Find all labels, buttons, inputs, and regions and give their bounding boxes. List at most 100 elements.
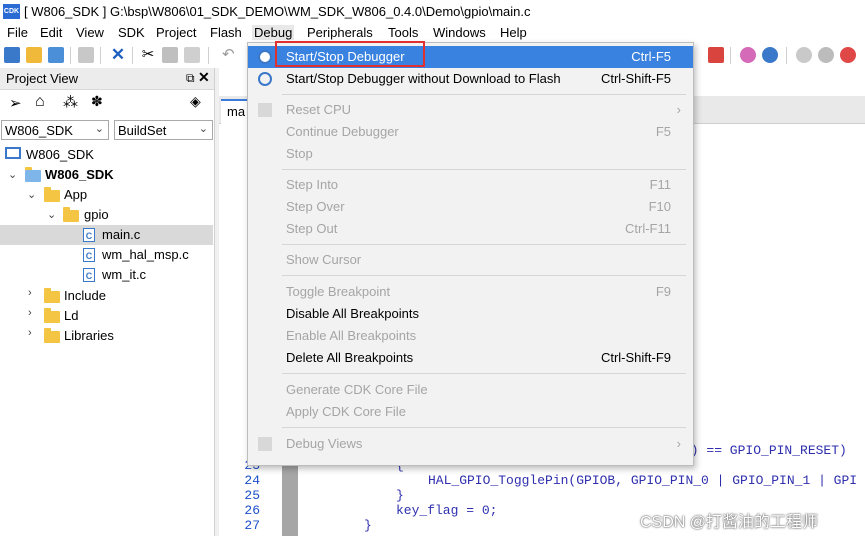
float-panel-icon[interactable]: ⧉ bbox=[186, 71, 195, 86]
menu-item-stop[interactable]: Stop bbox=[248, 143, 693, 165]
menu-item-label: Toggle Breakpoint bbox=[286, 284, 391, 299]
folder-icon bbox=[44, 328, 60, 343]
project-view-tools: ➢ ⌂ ⁂ ✽ ◈ bbox=[0, 90, 214, 116]
menu-debug[interactable]: Debug bbox=[252, 25, 295, 40]
tree-item-app[interactable]: ⌄ App bbox=[0, 185, 214, 205]
home-icon[interactable]: ⌂ bbox=[35, 93, 45, 111]
reset-cpu-icon bbox=[258, 103, 272, 117]
c-file-icon: C bbox=[83, 268, 95, 282]
menu-file[interactable]: File bbox=[7, 25, 28, 40]
tree-item-project[interactable]: ⌄ W806_SDK bbox=[0, 165, 214, 185]
c-file-icon: C bbox=[83, 228, 95, 242]
submenu-arrow-icon: › bbox=[676, 436, 681, 451]
menu-windows[interactable]: Windows bbox=[433, 25, 486, 40]
menu-item-shortcut: F11 bbox=[649, 177, 671, 192]
buildset-combo[interactable]: BuildSet ⌄ bbox=[114, 120, 213, 140]
debug-menu-dropdown: Start/Stop Debugger Ctrl-F5 Start/Stop D… bbox=[247, 42, 694, 466]
menu-item-generate-cdk-core-file[interactable]: Generate CDK Core File bbox=[248, 379, 693, 401]
window-title: [ W806_SDK ] G:\bsp\W806\01_SDK_DEMO\WM_… bbox=[24, 4, 531, 19]
toolbar-divider bbox=[208, 47, 209, 64]
debug-search-icon[interactable] bbox=[740, 47, 756, 63]
menu-edit[interactable]: Edit bbox=[40, 25, 62, 40]
folder-icon bbox=[63, 207, 79, 222]
debugger-icon bbox=[258, 72, 272, 86]
tree-item-label: wm_it.c bbox=[102, 267, 147, 282]
tree-item-libraries[interactable]: › Libraries bbox=[0, 326, 214, 346]
menu-item-shortcut: Ctrl-F11 bbox=[625, 221, 671, 236]
cut-icon[interactable]: ✂ bbox=[140, 47, 156, 63]
menu-item-label: Debug Views bbox=[286, 436, 363, 451]
save-icon[interactable] bbox=[78, 47, 94, 63]
menu-item-continue-debugger[interactable]: Continue Debugger F5 bbox=[248, 121, 693, 143]
menu-item-shortcut: F10 bbox=[648, 199, 671, 214]
menu-item-start-stop-debugger-no-download[interactable]: Start/Stop Debugger without Download to … bbox=[248, 68, 693, 90]
menu-item-disable-all-breakpoints[interactable]: Disable All Breakpoints bbox=[248, 303, 693, 325]
bug-icon[interactable]: ✽ bbox=[91, 93, 103, 110]
toolbar-divider bbox=[786, 47, 787, 64]
circle-icon[interactable] bbox=[796, 47, 812, 63]
menu-item-shortcut: Ctrl-Shift-F5 bbox=[600, 71, 671, 86]
menu-item-delete-all-breakpoints[interactable]: Delete All Breakpoints Ctrl-Shift-F9 bbox=[248, 347, 693, 369]
tree-item-wm-it-c[interactable]: C wm_it.c bbox=[0, 265, 214, 285]
new-file-icon[interactable] bbox=[4, 47, 20, 63]
link-icon[interactable] bbox=[818, 47, 834, 63]
tree-item-label: wm_hal_msp.c bbox=[102, 247, 189, 262]
caret-down-icon[interactable]: ⌄ bbox=[8, 168, 17, 181]
refresh-icon[interactable] bbox=[48, 47, 64, 63]
copy-icon[interactable] bbox=[162, 47, 178, 63]
open-folder-icon[interactable] bbox=[26, 47, 42, 63]
menu-help[interactable]: Help bbox=[500, 25, 527, 40]
close-x-icon[interactable]: ✕ bbox=[110, 46, 126, 63]
caret-down-icon[interactable]: ⌄ bbox=[27, 188, 36, 201]
line-number: 25 bbox=[244, 488, 260, 503]
toolbar-divider bbox=[730, 47, 731, 64]
menu-separator bbox=[282, 94, 686, 95]
zoom-icon[interactable] bbox=[762, 47, 778, 63]
menu-item-step-into[interactable]: Step Into F11 bbox=[248, 174, 693, 196]
undo-icon[interactable]: ↶ bbox=[222, 47, 238, 63]
tree-item-ld[interactable]: › Ld bbox=[0, 306, 214, 326]
menu-item-step-over[interactable]: Step Over F10 bbox=[248, 196, 693, 218]
project-combo-value: W806_SDK bbox=[5, 123, 73, 138]
caret-right-icon[interactable]: › bbox=[28, 307, 32, 319]
tree-item-include[interactable]: › Include bbox=[0, 286, 214, 306]
tree-item-gpio[interactable]: ⌄ gpio bbox=[0, 205, 214, 225]
project-view-header: Project View ⧉ ✕ bbox=[0, 68, 214, 90]
debug-views-icon bbox=[258, 437, 272, 451]
menu-item-toggle-breakpoint[interactable]: Toggle Breakpoint F9 bbox=[248, 281, 693, 303]
stop-circle-icon[interactable] bbox=[840, 47, 856, 63]
menu-view[interactable]: View bbox=[76, 25, 104, 40]
send-icon[interactable]: ➢ bbox=[9, 94, 22, 112]
caret-down-icon[interactable]: ⌄ bbox=[47, 208, 56, 221]
menu-sdk[interactable]: SDK bbox=[118, 25, 145, 40]
close-panel-icon[interactable]: ✕ bbox=[198, 69, 210, 86]
project-combo[interactable]: W806_SDK ⌄ bbox=[1, 120, 109, 140]
code-line: HAL_GPIO_TogglePin(GPIOB, GPIO_PIN_0 | G… bbox=[428, 473, 858, 488]
menu-project[interactable]: Project bbox=[156, 25, 196, 40]
tree-item-wm-hal-msp-c[interactable]: C wm_hal_msp.c bbox=[0, 245, 214, 265]
watermark: CSDN @打酱油的工程师 bbox=[640, 514, 819, 531]
menu-item-debug-views[interactable]: Debug Views › bbox=[248, 433, 693, 455]
title-bar: CDK [ W806_SDK ] G:\bsp\W806\01_SDK_DEMO… bbox=[0, 0, 865, 24]
chevron-down-icon: ⌄ bbox=[94, 123, 104, 135]
caret-right-icon[interactable]: › bbox=[28, 327, 32, 339]
paste-icon[interactable] bbox=[184, 47, 200, 63]
tree-item-workspace[interactable]: W806_SDK bbox=[0, 145, 214, 165]
code-line: } bbox=[364, 518, 372, 533]
project-folder-icon bbox=[25, 167, 41, 182]
settings-link-icon[interactable]: ◈ bbox=[190, 93, 201, 110]
menu-item-show-cursor[interactable]: Show Cursor bbox=[248, 249, 693, 271]
menu-item-reset-cpu[interactable]: Reset CPU › bbox=[248, 99, 693, 121]
menu-item-step-out[interactable]: Step Out Ctrl-F11 bbox=[248, 218, 693, 240]
network-icon[interactable]: ⁂ bbox=[63, 93, 78, 111]
menu-item-apply-cdk-core-file[interactable]: Apply CDK Core File bbox=[248, 401, 693, 423]
menu-item-enable-all-breakpoints[interactable]: Enable All Breakpoints bbox=[248, 325, 693, 347]
menu-flash[interactable]: Flash bbox=[210, 25, 242, 40]
caret-right-icon[interactable]: › bbox=[28, 287, 32, 299]
gift-icon[interactable] bbox=[708, 47, 724, 63]
menu-peripherals[interactable]: Peripherals bbox=[307, 25, 373, 40]
tree-item-main-c[interactable]: C main.c bbox=[0, 225, 213, 245]
tree-item-label: Libraries bbox=[64, 328, 114, 343]
menu-item-shortcut: Ctrl-Shift-F9 bbox=[600, 350, 671, 365]
menu-tools[interactable]: Tools bbox=[388, 25, 418, 40]
